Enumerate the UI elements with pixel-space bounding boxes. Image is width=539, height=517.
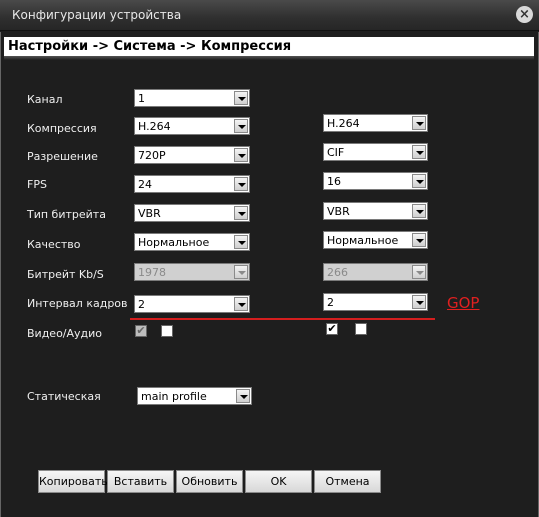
resolution-label: Разрешение	[27, 150, 98, 163]
channel-select[interactable]: 1	[134, 89, 250, 107]
fps-label: FPS	[27, 178, 47, 191]
chevron-down-icon[interactable]	[234, 119, 248, 133]
sub-bitrate-type-select[interactable]: VBR	[323, 202, 428, 220]
copy-button[interactable]: Копировать	[38, 470, 108, 493]
sub-quality-value: Нормальное	[327, 234, 399, 247]
ok-button[interactable]: OK	[245, 470, 312, 493]
cancel-button[interactable]: Отмена	[314, 470, 381, 493]
window-titlebar: Конфигурации устройства ×	[0, 0, 539, 31]
static-profile-select[interactable]: main profile	[137, 387, 252, 405]
sub-bitrate-type-value: VBR	[327, 205, 350, 218]
main-resolution-value: 720P	[138, 149, 166, 162]
main-resolution-select[interactable]: 720P	[134, 146, 250, 164]
chevron-down-icon[interactable]	[412, 145, 426, 159]
chevron-down-icon	[234, 265, 248, 279]
sub-video-checkbox[interactable]: ✔	[326, 323, 338, 335]
main-fps-value: 24	[138, 178, 152, 191]
refresh-button[interactable]: Обновить	[176, 470, 243, 493]
chevron-down-icon[interactable]	[234, 206, 248, 220]
chevron-down-icon[interactable]	[412, 233, 426, 247]
channel-value: 1	[138, 92, 145, 105]
sub-fps-select[interactable]: 16	[323, 172, 428, 190]
breadcrumb: Настройки -> Система -> Компрессия	[4, 37, 534, 56]
sub-resolution-value: CIF	[327, 146, 345, 159]
main-bitrate-select: 1978	[134, 263, 250, 281]
window-title: Конфигурации устройства	[12, 8, 182, 22]
chevron-down-icon[interactable]	[234, 235, 248, 249]
quality-label: Качество	[27, 238, 81, 251]
bitrate-type-label: Тип битрейта	[27, 208, 106, 221]
main-bitrate-value: 1978	[138, 266, 166, 279]
main-compression-select[interactable]: H.264	[134, 117, 250, 135]
main-compression-value: H.264	[138, 120, 171, 133]
main-bitrate-type-select[interactable]: VBR	[134, 204, 250, 222]
chevron-down-icon[interactable]	[412, 204, 426, 218]
sub-fps-value: 16	[327, 175, 341, 188]
channel-label: Канал	[27, 93, 63, 106]
sub-frame-interval-select[interactable]: 2	[323, 293, 428, 311]
chevron-down-icon[interactable]	[234, 148, 248, 162]
bitrate-label: Битрейт Kb/S	[27, 268, 104, 281]
sub-compression-value: H.264	[327, 117, 360, 130]
static-label: Статическая	[27, 390, 101, 403]
sub-quality-select[interactable]: Нормальное	[323, 231, 428, 249]
sub-compression-select[interactable]: H.264	[323, 114, 428, 132]
main-bitrate-type-value: VBR	[138, 207, 161, 220]
paste-button[interactable]: Вставить	[107, 470, 174, 493]
close-icon[interactable]: ×	[516, 6, 533, 23]
main-quality-select[interactable]: Нормальное	[134, 233, 250, 251]
main-frame-interval-select[interactable]: 2	[134, 295, 250, 313]
static-profile-value: main profile	[141, 390, 207, 403]
sub-frame-interval-value: 2	[327, 296, 334, 309]
chevron-down-icon[interactable]	[412, 174, 426, 188]
gop-underline	[130, 318, 435, 320]
chevron-down-icon[interactable]	[234, 91, 248, 105]
chevron-down-icon[interactable]	[234, 177, 248, 191]
chevron-down-icon	[412, 265, 426, 279]
main-audio-checkbox[interactable]	[161, 325, 173, 337]
main-video-checkbox: ✔	[135, 324, 147, 337]
gop-annotation: GOP	[447, 294, 480, 312]
main-quality-value: Нормальное	[138, 236, 210, 249]
chevron-down-icon[interactable]	[412, 116, 426, 130]
video-audio-label: Видео/Аудио	[27, 327, 103, 340]
main-frame-interval-value: 2	[138, 298, 145, 311]
sub-resolution-select[interactable]: CIF	[323, 143, 428, 161]
frame-interval-label: Интервал кадров	[27, 297, 128, 310]
breadcrumb-divider	[4, 56, 534, 60]
sub-bitrate-value: 266	[327, 266, 348, 279]
main-fps-select[interactable]: 24	[134, 175, 250, 193]
chevron-down-icon[interactable]	[234, 297, 248, 311]
chevron-down-icon[interactable]	[236, 389, 250, 403]
compression-label: Компрессия	[27, 122, 97, 135]
chevron-down-icon[interactable]	[412, 295, 426, 309]
sub-bitrate-select: 266	[323, 263, 428, 281]
sub-audio-checkbox[interactable]	[355, 323, 367, 335]
